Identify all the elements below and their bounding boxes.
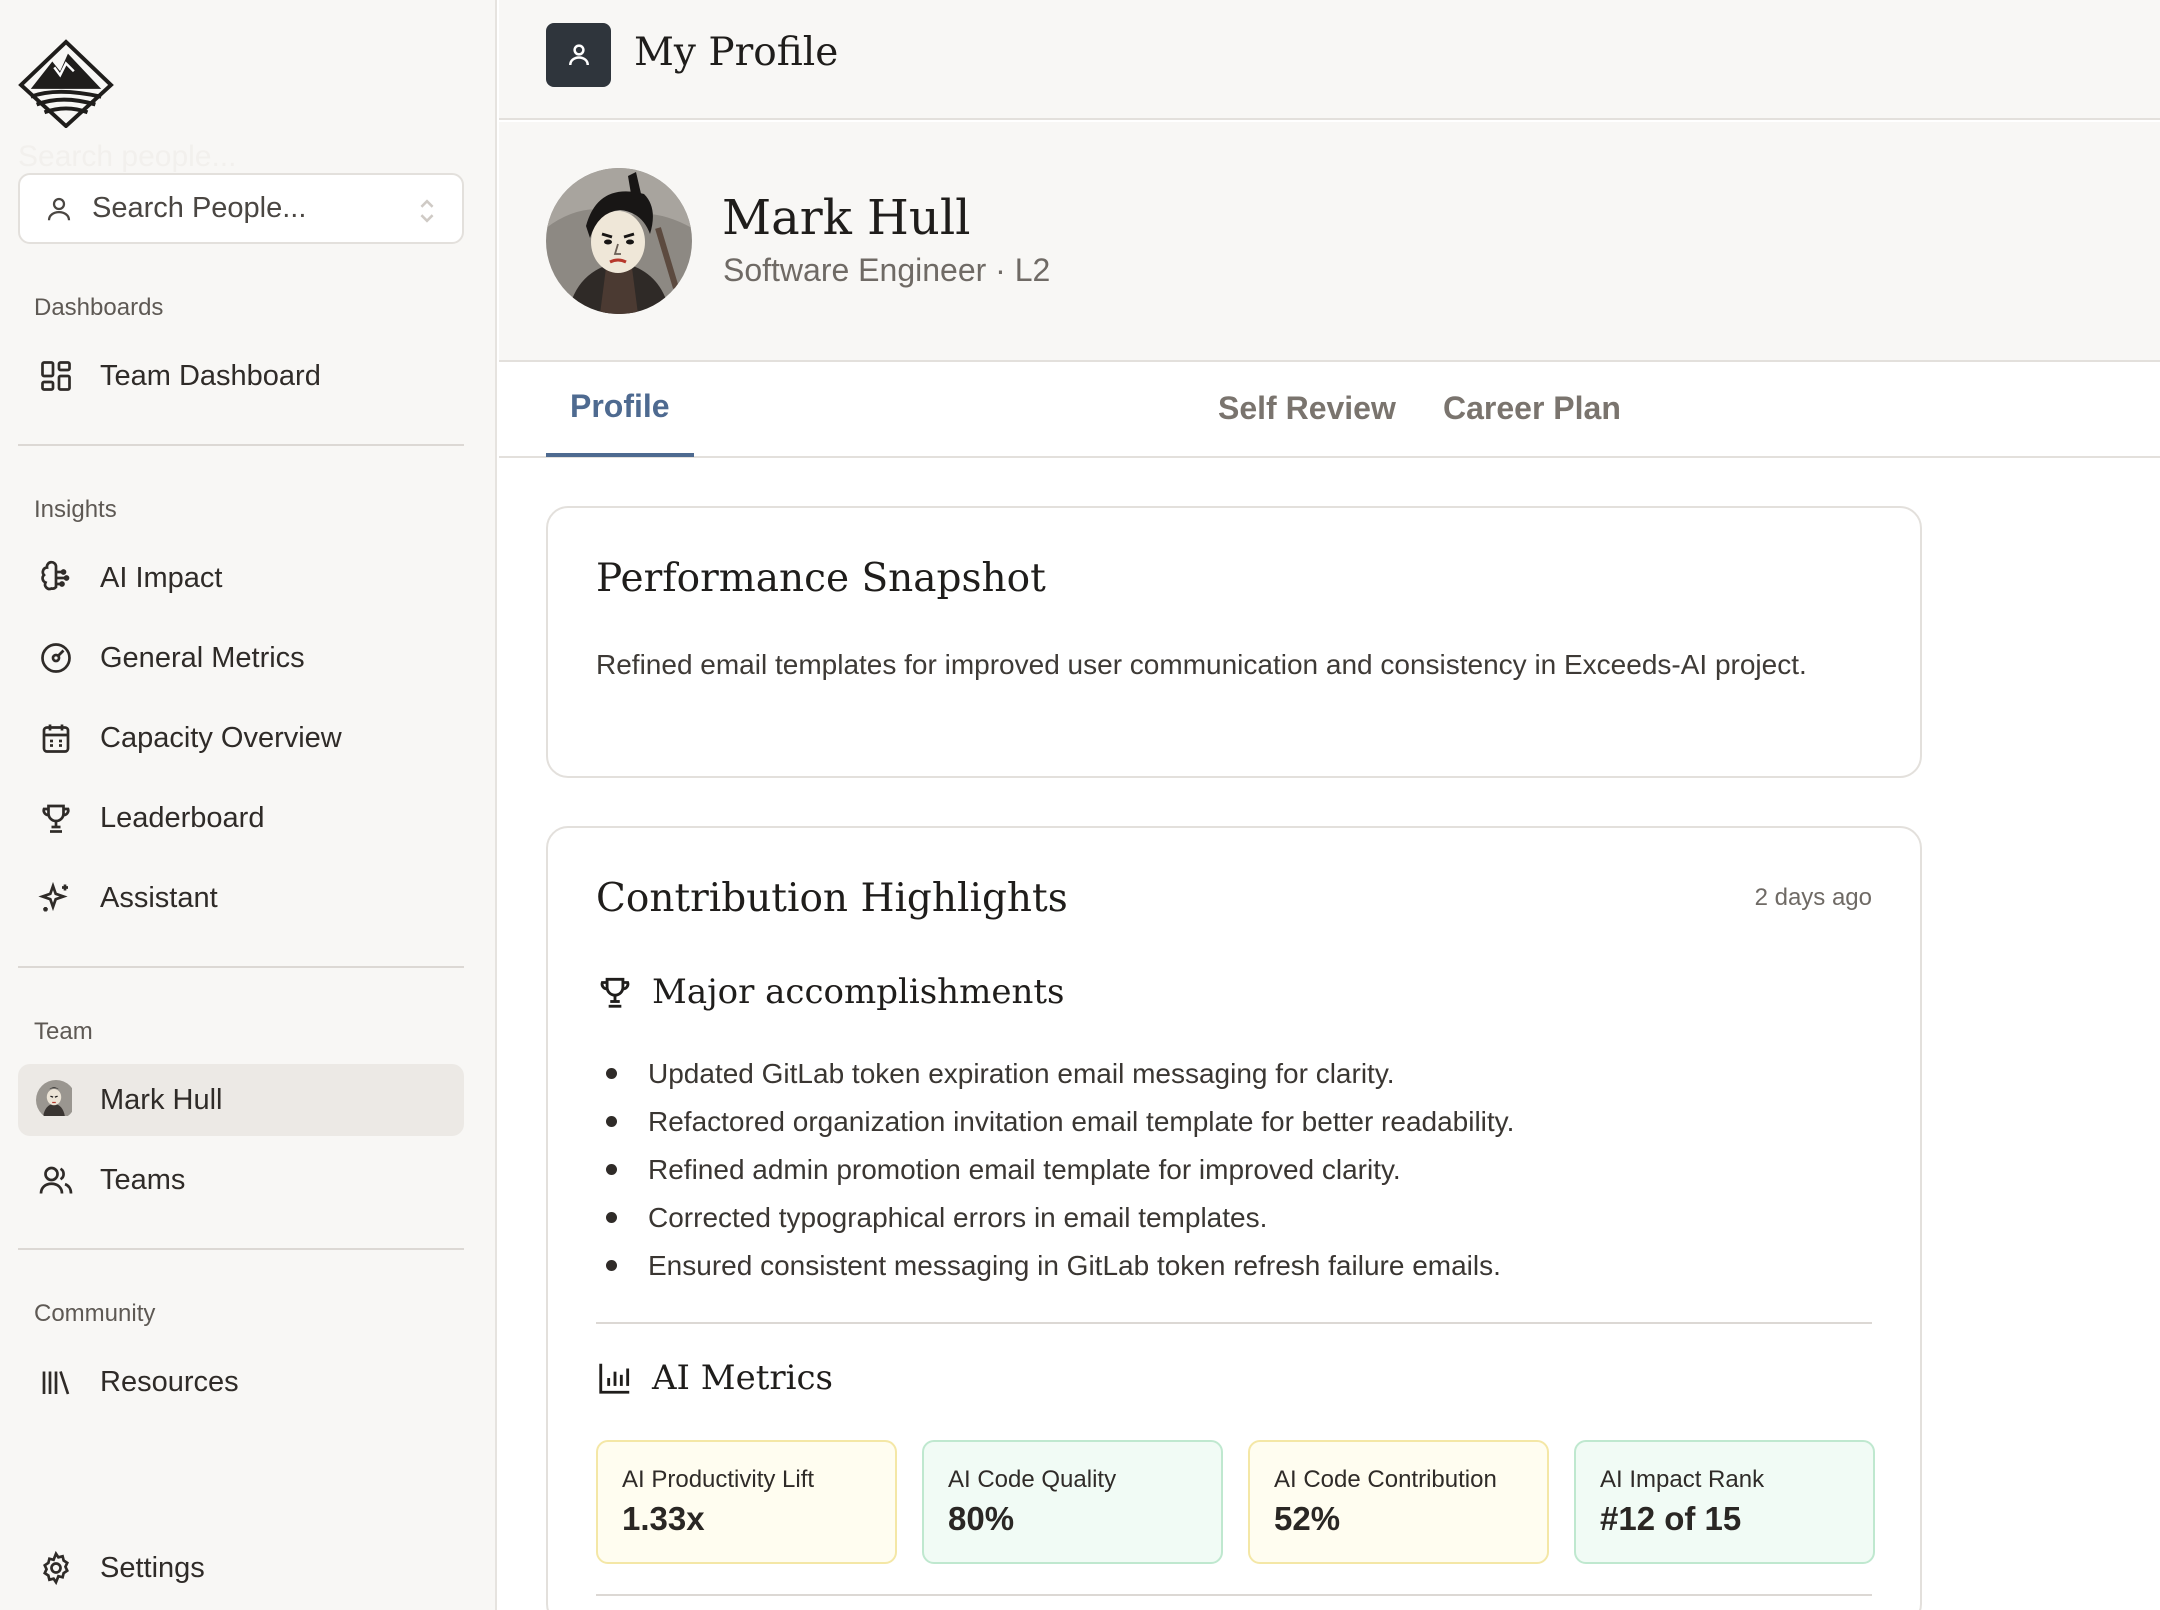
list-item: Corrected typographical errors in email … — [606, 1194, 1514, 1242]
accomplishments-list: Updated GitLab token expiration email me… — [606, 1050, 1514, 1290]
section-label-insights: Insights — [34, 496, 117, 523]
tab-self-review[interactable]: Self Review — [1194, 390, 1420, 455]
chevron-updown-icon — [420, 199, 434, 223]
profile-name: Mark Hull — [722, 190, 971, 246]
sidebar-item-label: Leaderboard — [100, 801, 265, 834]
profile-tabs: Profile Self Review Career Plan — [499, 362, 2160, 458]
gauge-icon — [36, 638, 76, 678]
sparkles-icon — [36, 878, 76, 918]
metric-label: AI Impact Rank — [1600, 1466, 1765, 1493]
sidebar-item-capacity-overview[interactable]: Capacity Overview — [18, 702, 464, 774]
list-item: Refined admin promotion email template f… — [606, 1146, 1514, 1194]
brain-circuit-icon — [36, 558, 76, 598]
ai-metrics-title: AI Metrics — [652, 1358, 834, 1398]
list-item: Refactored organization invitation email… — [606, 1098, 1514, 1146]
bar-chart-icon — [599, 1363, 630, 1394]
users-icon — [36, 1160, 76, 1200]
avatar — [36, 1080, 76, 1120]
metric-card-productivity-lift: AI Productivity Lift 1.33x — [596, 1440, 897, 1564]
sidebar-item-label: Resources — [100, 1365, 239, 1398]
ai-metrics-heading: AI Metrics — [596, 1358, 833, 1398]
ai-metrics-row: AI Productivity Lift 1.33x AI Code Quali… — [596, 1440, 1875, 1564]
section-divider — [596, 1594, 1872, 1596]
contribution-highlights-card: Contribution Highlights 2 days ago Major… — [546, 826, 1922, 1610]
updated-timestamp: 2 days ago — [1754, 884, 1872, 911]
profile-header: Mark Hull Software Engineer · L2 — [499, 122, 2160, 362]
sidebar-item-label: Capacity Overview — [100, 721, 342, 754]
trophy-icon — [600, 977, 630, 1008]
search-people-input[interactable]: Search People... — [18, 173, 464, 244]
sidebar-item-settings[interactable]: Settings — [18, 1532, 464, 1604]
trophy-icon — [36, 798, 76, 838]
sidebar-item-teams[interactable]: Teams — [18, 1144, 464, 1216]
sidebar-item-label: AI Impact — [100, 561, 223, 594]
sidebar-item-label: Mark Hull — [100, 1083, 223, 1116]
sidebar-item-leaderboard[interactable]: Leaderboard — [18, 782, 464, 854]
sidebar-item-label: Settings — [100, 1551, 205, 1584]
list-item: Updated GitLab token expiration email me… — [606, 1050, 1514, 1098]
metric-card-code-quality: AI Code Quality 80% — [922, 1440, 1223, 1564]
tab-profile[interactable]: Profile — [546, 388, 694, 457]
section-label-community: Community — [34, 1300, 156, 1327]
performance-snapshot-card: Performance Snapshot Refined email templ… — [546, 506, 1922, 778]
metric-card-impact-rank: AI Impact Rank #12 of 15 — [1574, 1440, 1875, 1564]
profile-role: Software Engineer · L2 — [723, 252, 1051, 288]
sidebar-item-ai-impact[interactable]: AI Impact — [18, 542, 464, 614]
sidebar-item-general-metrics[interactable]: General Metrics — [18, 622, 464, 694]
calendar-icon — [36, 718, 76, 758]
page-header: My Profile — [499, 0, 2160, 120]
snapshot-text: Refined email templates for improved use… — [596, 649, 1807, 680]
library-icon — [36, 1362, 76, 1402]
sidebar-item-assistant[interactable]: Assistant — [18, 862, 464, 934]
metric-label: AI Code Contribution — [1274, 1466, 1497, 1493]
metric-value: 52% — [1274, 1500, 1341, 1537]
gear-icon — [36, 1548, 76, 1588]
metric-value: 80% — [948, 1500, 1015, 1537]
card-title: Performance Snapshot — [596, 556, 1046, 601]
sidebar-item-team-dashboard[interactable]: Team Dashboard — [18, 340, 464, 412]
sidebar-item-resources[interactable]: Resources — [18, 1346, 464, 1418]
sidebar-item-label: General Metrics — [100, 641, 305, 674]
sidebar-divider — [18, 1248, 464, 1250]
card-title: Contribution Highlights — [596, 876, 1068, 921]
metric-label: AI Productivity Lift — [622, 1466, 815, 1493]
page-title: My Profile — [634, 30, 839, 75]
person-icon — [47, 197, 71, 220]
sidebar-item-label: Teams — [100, 1163, 186, 1196]
sidebar: Search people... Search People... Dashbo… — [0, 0, 497, 1610]
sidebar-divider — [18, 444, 464, 446]
metric-value: 1.33x — [622, 1500, 705, 1537]
accomplishments-title: Major accomplishments — [652, 972, 1065, 1012]
search-ghost-label: Search people... — [18, 140, 237, 173]
profile-icon — [546, 23, 611, 87]
sidebar-item-label: Team Dashboard — [100, 359, 321, 392]
avatar — [546, 168, 692, 314]
metric-card-code-contribution: AI Code Contribution 52% — [1248, 1440, 1549, 1564]
dashboard-grid-icon — [36, 356, 76, 396]
mountain-logo-icon[interactable] — [17, 38, 115, 129]
sidebar-divider — [18, 966, 464, 968]
section-label-team: Team — [34, 1018, 93, 1045]
metric-label: AI Code Quality — [948, 1466, 1117, 1493]
section-divider — [596, 1322, 1872, 1324]
search-placeholder: Search People... — [92, 192, 307, 224]
sidebar-item-label: Assistant — [100, 881, 218, 914]
accomplishments-heading: Major accomplishments — [596, 972, 1064, 1012]
sidebar-item-mark-hull[interactable]: Mark Hull — [18, 1064, 464, 1136]
section-label-dashboards: Dashboards — [34, 294, 164, 321]
tab-career-plan[interactable]: Career Plan — [1419, 390, 1645, 455]
list-item: Ensured consistent messaging in GitLab t… — [606, 1242, 1514, 1290]
metric-value: #12 of 15 — [1600, 1500, 1742, 1537]
